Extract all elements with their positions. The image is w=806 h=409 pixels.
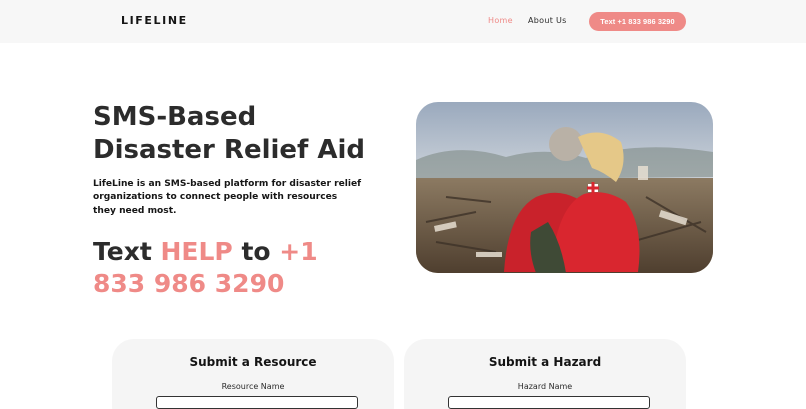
hero-text-help-callout: Text HELP to +1 833 986 3290	[93, 236, 373, 300]
hazard-name-input[interactable]	[448, 396, 650, 409]
hero-description: LifeLine is an SMS-based platform for di…	[93, 179, 362, 216]
nav-link-home[interactable]: Home	[488, 16, 513, 25]
hero-photo	[416, 102, 713, 273]
hero-title: SMS-Based Disaster Relief Aid	[93, 102, 366, 165]
submit-resource-card: Submit a Resource Resource Name	[112, 339, 394, 409]
nav-link-about-us[interactable]: About Us	[528, 16, 567, 25]
logo[interactable]: LIFELINE	[121, 14, 188, 27]
submit-hazard-title: Submit a Hazard	[488, 355, 602, 369]
resource-name-input[interactable]	[156, 396, 358, 409]
hazard-name-label: Hazard Name	[517, 382, 573, 391]
text-number-button[interactable]: Text +1 833 986 3290	[589, 12, 686, 31]
cta-prefix: Text	[93, 237, 161, 266]
submit-hazard-card: Submit a Hazard Hazard Name	[404, 339, 686, 409]
cta-middle: to	[232, 237, 280, 266]
hero-photo-illustration	[416, 102, 713, 273]
navbar: LIFELINE Home About Us Text +1 833 986 3…	[0, 0, 806, 43]
submit-resource-title: Submit a Resource	[189, 355, 317, 369]
cta-keyword: HELP	[160, 237, 233, 266]
resource-name-label: Resource Name	[221, 382, 285, 391]
